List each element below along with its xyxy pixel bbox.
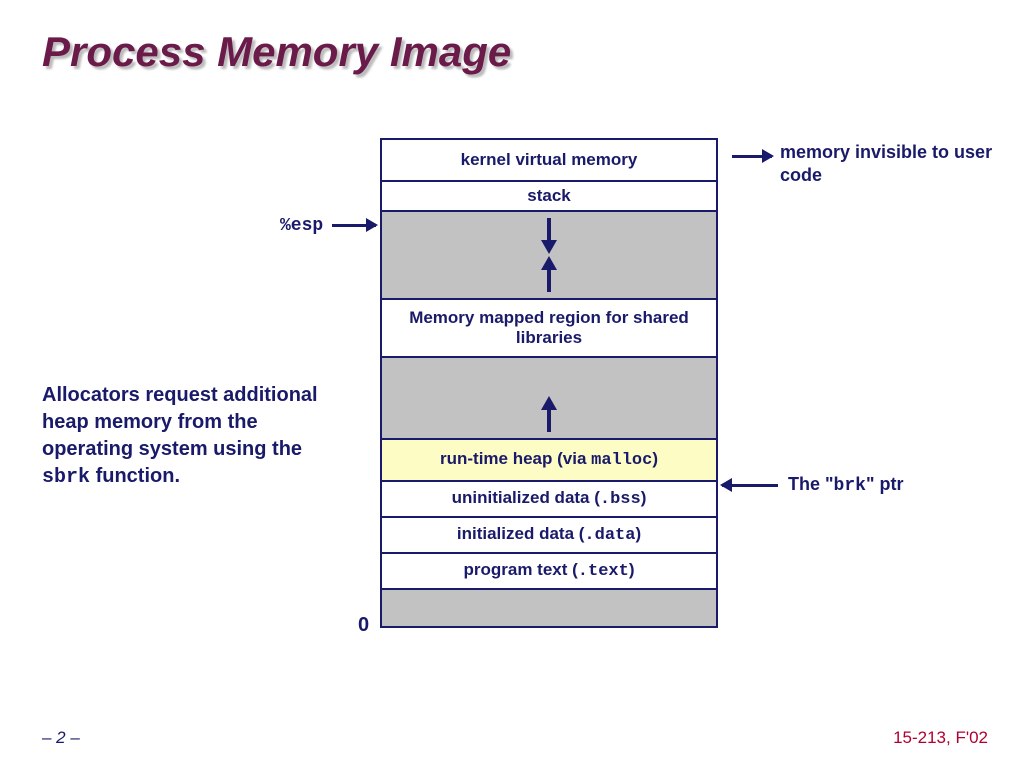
- slide-title: Process Memory Image: [42, 28, 511, 76]
- footer-course: 15-213, F'02: [893, 728, 988, 748]
- brk-annotation: The "brk" ptr: [788, 474, 1008, 496]
- segment-gap-stack-mmap: [382, 210, 716, 298]
- esp-label: %esp: [280, 216, 323, 236]
- segment-bss: uninitialized data (.bss): [382, 480, 716, 516]
- footer-page-number: – 2 –: [42, 728, 80, 748]
- bss-suffix: ): [641, 488, 647, 507]
- segment-gap-mmap-heap: [382, 356, 716, 438]
- heap-suffix: ): [652, 449, 658, 468]
- segment-stack: stack: [382, 180, 716, 210]
- kernel-annotation: memory invisible to user code: [780, 141, 1000, 186]
- segment-text: program text (.text): [382, 552, 716, 588]
- heap-text: run-time heap (via: [440, 449, 591, 468]
- text-mono: .text: [578, 562, 629, 581]
- alloc-mono: sbrk: [42, 466, 90, 489]
- alloc-prefix: Allocators request additional heap memor…: [42, 384, 318, 460]
- bss-mono: .bss: [600, 490, 641, 509]
- data-suffix: ): [635, 524, 641, 543]
- segment-kernel: kernel virtual memory: [382, 140, 716, 180]
- brk-mono: brk: [834, 476, 866, 496]
- esp-arrow-icon: [332, 224, 376, 227]
- brk-suffix: " ptr: [866, 474, 904, 494]
- segment-data: initialized data (.data): [382, 516, 716, 552]
- brk-annotation-arrow-icon: [722, 484, 778, 487]
- segment-below-zero: [382, 588, 716, 626]
- memory-layout-diagram: kernel virtual memory stack Memory mappe…: [380, 138, 718, 628]
- allocator-annotation: Allocators request additional heap memor…: [42, 382, 342, 491]
- segment-mmap: Memory mapped region for shared librarie…: [382, 298, 716, 356]
- kernel-annotation-arrow-icon: [732, 155, 772, 158]
- text-suffix: ): [629, 560, 635, 579]
- alloc-suffix: function.: [90, 465, 180, 487]
- zero-address-label: 0: [358, 614, 369, 637]
- data-text: initialized data (: [457, 524, 585, 543]
- heap-mono: malloc: [591, 451, 652, 470]
- text-prefix: program text (: [464, 560, 578, 579]
- brk-prefix: The ": [788, 474, 834, 494]
- bss-text: uninitialized data (: [452, 488, 600, 507]
- data-mono: .data: [584, 526, 635, 545]
- segment-heap: run-time heap (via malloc): [382, 438, 716, 480]
